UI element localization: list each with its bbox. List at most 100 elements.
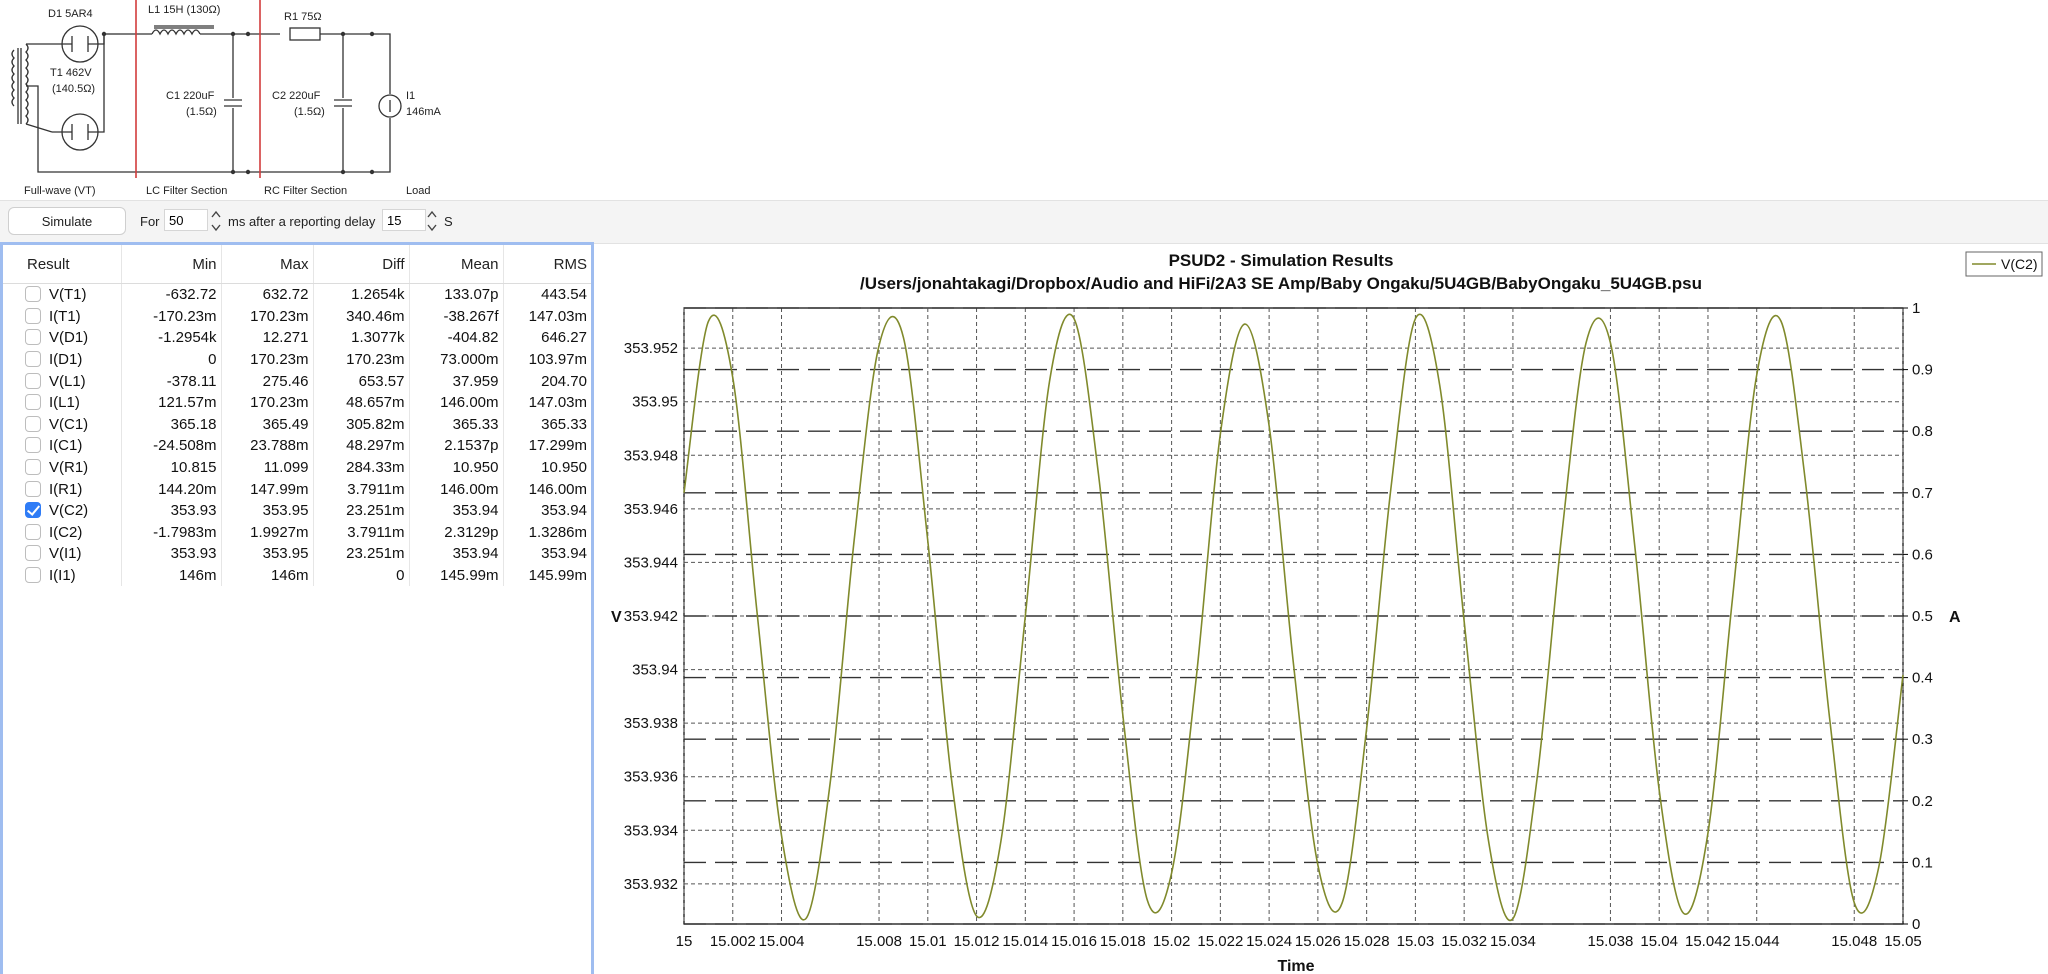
result-name-cell[interactable]: I(D1) — [3, 348, 122, 371]
table-row[interactable]: V(T1) -632.72 632.72 1.2654k 133.07p 443.54 — [3, 283, 591, 306]
result-name-label: I(C1) — [49, 437, 83, 455]
result-checkbox[interactable] — [25, 394, 41, 411]
x-tick-label: 15.022 — [1197, 933, 1243, 950]
column-header-min[interactable]: Min — [121, 245, 222, 284]
label-t1-line2: (140.5Ω) — [52, 83, 95, 95]
table-row[interactable]: I(R1) 144.20m 147.99m 3.7911m 146.00m 146.00m — [3, 478, 591, 500]
table-row[interactable]: V(R1) 10.815 11.099 284.33m 10.950 10.950 — [3, 456, 591, 479]
table-row[interactable]: I(C2) -1.7983m 1.9927m 3.7911m 2.3129p 1.3286… — [3, 521, 591, 544]
result-mean-cell: 353.94 — [409, 499, 504, 522]
simulation-chart: 15 15.002 15.004 15.008 15.01 15.012 15.014 15.… — [597, 242, 2048, 974]
table-row[interactable]: V(C2) 353.93 353.95 23.251m 353.94 353.94 — [3, 499, 591, 522]
results-body: V(T1) -632.72 632.72 1.2654k 133.07p 443.54 I(… — [3, 283, 591, 587]
table-row[interactable]: V(D1) -1.2954k 12.271 1.3077k -404.82 646.27 — [3, 327, 591, 349]
result-diff-cell: 340.46m — [313, 305, 410, 328]
column-header-max[interactable]: Max — [221, 245, 314, 284]
result-name-label: V(I1) — [49, 545, 82, 563]
y2-axis-label: A — [1949, 609, 1961, 626]
result-mean-cell: 2.1537p — [409, 435, 504, 457]
result-checkbox[interactable] — [25, 523, 41, 540]
column-header-mean[interactable]: Mean — [409, 245, 504, 284]
result-name-cell[interactable]: I(C1) — [3, 435, 122, 457]
y2-tick-label: 0.8 — [1912, 423, 1933, 440]
table-row[interactable]: V(L1) -378.11 275.46 653.57 37.959 204.70 — [3, 370, 591, 392]
result-checkbox[interactable] — [25, 567, 41, 584]
result-name-cell[interactable]: V(L1) — [3, 370, 122, 392]
result-name-cell[interactable]: I(C2) — [3, 521, 122, 544]
table-row[interactable]: I(T1) -170.23m 170.23m 340.46m -38.267f 147.0… — [3, 305, 591, 328]
y-tick-label: 353.938 — [624, 715, 678, 732]
simulate-button[interactable]: Simulate — [8, 207, 126, 235]
result-rms-cell: 365.33 — [541, 415, 587, 433]
result-name-cell[interactable]: I(L1) — [3, 391, 122, 414]
result-name-cell[interactable]: I(T1) — [3, 305, 122, 328]
result-diff-cell: 23.251m — [313, 499, 410, 522]
result-diff-cell: 3.7911m — [313, 521, 410, 544]
result-rms-cell: 646.27 — [541, 329, 587, 347]
delay-stepper[interactable] — [426, 207, 438, 235]
y-tick-label: 353.932 — [624, 876, 678, 893]
delay-input[interactable] — [382, 209, 426, 231]
y-tick-label: 353.942 — [624, 608, 678, 625]
x-tick-label: 15.002 — [710, 933, 756, 950]
result-diff-cell: 3.7911m — [313, 478, 410, 500]
label-i1-line1: I1 — [406, 90, 415, 102]
table-row[interactable]: I(D1) 0 170.23m 170.23m 73.000m 103.97m — [3, 348, 591, 371]
chart-legend[interactable]: V(C2) — [1965, 251, 2043, 277]
x-tick-label: 15.042 — [1685, 933, 1731, 950]
result-name-cell[interactable]: V(C2) — [3, 499, 122, 522]
result-max-cell: 12.271 — [221, 327, 314, 349]
result-diff-cell: 1.2654k — [313, 283, 410, 306]
table-row[interactable]: I(C1) -24.508m 23.788m 48.297m 2.1537p 17.299… — [3, 435, 591, 457]
result-checkbox[interactable] — [25, 307, 41, 324]
y-tick-label: 353.934 — [624, 822, 678, 839]
result-name-label: V(C2) — [49, 502, 89, 520]
table-row[interactable]: I(I1) 146m 146m 0 145.99m 145.99m — [3, 564, 591, 587]
result-name-cell[interactable]: I(R1) — [3, 478, 122, 500]
result-checkbox[interactable] — [25, 351, 41, 368]
chart-subtitle: /Users/jonahtakagi/Dropbox/Audio and HiF… — [860, 274, 1702, 293]
x-tick-label: 15.02 — [1153, 933, 1191, 950]
x-tick-label: 15.05 — [1884, 933, 1922, 950]
result-min-cell: -378.11 — [121, 370, 222, 392]
result-name-cell[interactable]: V(T1) — [3, 283, 122, 306]
result-checkbox[interactable] — [25, 437, 41, 454]
column-header-rms[interactable]: RMS — [503, 245, 591, 284]
result-max-cell: 170.23m — [221, 348, 314, 371]
result-name-cell[interactable]: V(D1) — [3, 327, 122, 349]
result-min-cell: -632.72 — [121, 283, 222, 306]
result-checkbox[interactable] — [25, 415, 41, 432]
result-checkbox[interactable] — [25, 286, 41, 303]
result-rms-cell: 17.299m — [528, 437, 587, 455]
result-checkbox[interactable] — [25, 329, 41, 346]
table-row[interactable]: I(L1) 121.57m 170.23m 48.657m 146.00m 147.03m — [3, 391, 591, 414]
result-min-cell: -170.23m — [121, 305, 222, 328]
result-checkbox[interactable] — [25, 372, 41, 389]
table-row[interactable]: V(C1) 365.18 365.49 305.82m 365.33 365.33 — [3, 413, 591, 436]
label-section-rc: RC Filter Section — [264, 185, 347, 197]
result-name-cell[interactable]: I(I1) — [3, 564, 122, 587]
result-name-cell[interactable]: V(R1) — [3, 456, 122, 479]
column-header-diff[interactable]: Diff — [313, 245, 410, 284]
table-row[interactable]: V(I1) 353.93 353.95 23.251m 353.94 353.94 — [3, 543, 591, 565]
result-name-cell[interactable]: V(C1) — [3, 413, 122, 436]
result-name-cell[interactable]: V(I1) — [3, 543, 122, 565]
column-header-result[interactable]: Result — [3, 245, 122, 284]
x-tick-label: 15.026 — [1295, 933, 1341, 950]
x-tick-label: 15.014 — [1002, 933, 1048, 950]
result-min-cell: 353.93 — [121, 499, 222, 522]
label-l1: L1 15H (130Ω) — [148, 4, 220, 16]
result-checkbox[interactable] — [25, 480, 41, 497]
result-mean-cell: 145.99m — [409, 564, 504, 587]
result-checkbox[interactable] — [25, 502, 41, 519]
chart-title: PSUD2 - Simulation Results — [1169, 251, 1394, 270]
result-mean-cell: -404.82 — [409, 327, 504, 349]
duration-input[interactable] — [164, 209, 208, 231]
result-rms-cell: 204.70 — [541, 372, 587, 390]
result-checkbox[interactable] — [25, 459, 41, 476]
result-checkbox[interactable] — [25, 545, 41, 562]
y-tick-label: 353.948 — [624, 447, 678, 464]
result-rms-cell: 353.94 — [541, 502, 587, 520]
result-max-cell: 23.788m — [221, 435, 314, 457]
duration-stepper[interactable] — [210, 207, 222, 235]
